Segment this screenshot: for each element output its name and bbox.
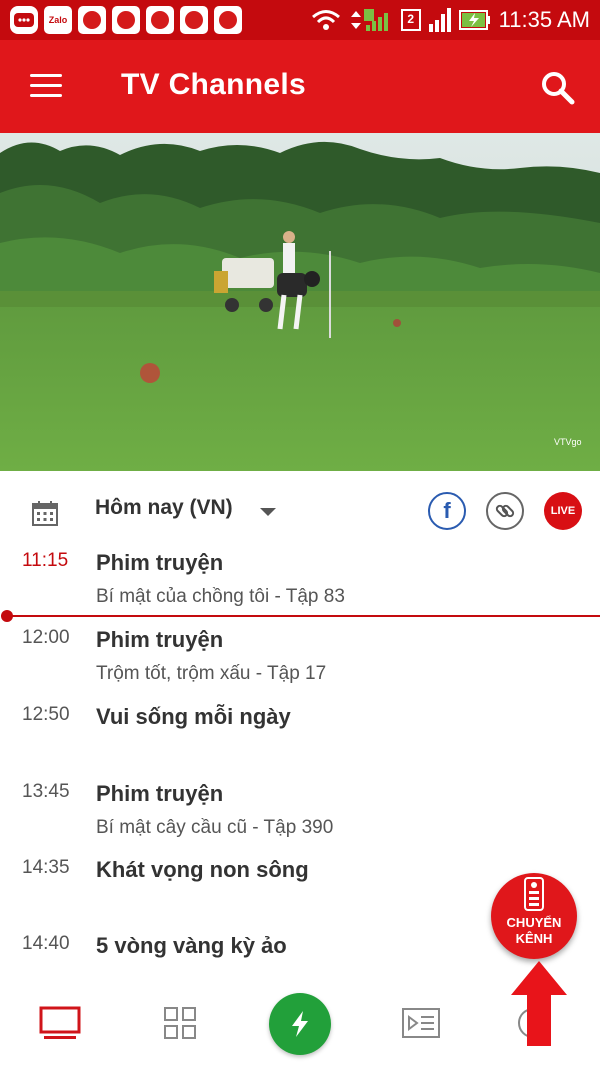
zalo-icon: Zalo bbox=[44, 6, 72, 34]
schedule-row[interactable]: 13:45 Phim truyện Bí mật cây cầu cũ - Tậ… bbox=[0, 781, 600, 857]
change-channel-button[interactable]: CHUYỂN KÊNH bbox=[491, 873, 577, 959]
sim2-label: 2 bbox=[407, 12, 415, 26]
clock: 11:35 AM bbox=[498, 7, 590, 32]
program-time: 14:40 bbox=[22, 933, 70, 954]
link-icon bbox=[495, 504, 515, 518]
chevron-down-icon[interactable] bbox=[260, 508, 276, 516]
calendar-icon[interactable] bbox=[32, 500, 58, 526]
nav-videos[interactable] bbox=[396, 998, 446, 1048]
date-dropdown[interactable]: Hôm nay (VN) bbox=[95, 496, 233, 520]
video-frame: VTVgo bbox=[0, 133, 600, 471]
live-button[interactable]: LIVE bbox=[544, 492, 582, 530]
app-bar: TV Channels bbox=[0, 40, 600, 133]
copy-link-button[interactable] bbox=[486, 492, 524, 530]
app-notification-icon bbox=[180, 6, 208, 34]
fab-label-line1: CHUYỂN bbox=[506, 915, 562, 930]
app-notification-icon bbox=[146, 6, 174, 34]
remote-control-icon bbox=[524, 877, 544, 911]
date-toolbar: Hôm nay (VN) f LIVE bbox=[0, 480, 600, 546]
wifi-icon bbox=[311, 10, 340, 30]
program-time: 12:50 bbox=[22, 704, 70, 725]
fab-label-line2: KÊNH bbox=[515, 931, 553, 946]
program-title: 5 vòng vàng kỳ ảo bbox=[96, 933, 287, 958]
program-subtitle: Bí mật cây cầu cũ - Tập 390 bbox=[96, 817, 334, 838]
facebook-share-button[interactable]: f bbox=[428, 492, 466, 530]
app-notification-icon bbox=[112, 6, 140, 34]
video-player[interactable]: VTVgo bbox=[0, 133, 600, 471]
tv-icon bbox=[39, 1006, 81, 1039]
program-time: 13:45 bbox=[22, 781, 70, 802]
system-status: 2 11:35 AM bbox=[311, 7, 590, 33]
sim2-icon: 2 bbox=[400, 9, 421, 31]
program-title: Phim truyện bbox=[96, 550, 224, 575]
program-time: 14:35 bbox=[22, 857, 70, 878]
app-notification-icon bbox=[214, 6, 242, 34]
schedule-row[interactable]: 12:00 Phim truyện Trộm tốt, trộm xấu - T… bbox=[0, 627, 600, 703]
schedule-row[interactable]: 12:50 Vui sống mỗi ngày bbox=[0, 704, 600, 780]
nav-highlights[interactable] bbox=[269, 993, 331, 1055]
arrow-up-icon bbox=[511, 961, 567, 1046]
current-time-line bbox=[6, 615, 600, 617]
search-icon bbox=[542, 72, 575, 105]
live-label: LIVE bbox=[550, 505, 576, 517]
signal-sim2-icon bbox=[428, 8, 451, 32]
message-icon bbox=[10, 6, 38, 34]
nav-grid[interactable] bbox=[155, 998, 205, 1048]
program-subtitle: Trộm tốt, trộm xấu - Tập 17 bbox=[96, 663, 327, 684]
program-time: 12:00 bbox=[22, 627, 70, 648]
program-title: Khát vọng non sông bbox=[96, 857, 309, 882]
status-bar: Zalo 2 11:35 AM bbox=[0, 0, 600, 40]
page-title: TV Channels bbox=[121, 68, 306, 101]
program-time: 11:15 bbox=[22, 550, 69, 571]
playlist-icon bbox=[402, 1008, 440, 1038]
facebook-icon: f bbox=[443, 498, 451, 523]
notification-icons: Zalo bbox=[10, 6, 242, 34]
current-time-marker bbox=[1, 610, 13, 622]
program-title: Vui sống mỗi ngày bbox=[96, 704, 291, 729]
channel-watermark: VTVgo bbox=[554, 437, 582, 447]
grid-icon bbox=[164, 1007, 196, 1039]
menu-button[interactable] bbox=[30, 74, 64, 100]
battery-charging-icon bbox=[458, 10, 490, 30]
signal-sim1-icon bbox=[350, 9, 388, 31]
app-notification-icon bbox=[78, 6, 106, 34]
lightning-icon bbox=[292, 1011, 308, 1037]
search-button[interactable] bbox=[540, 70, 576, 106]
nav-tv[interactable] bbox=[35, 998, 85, 1048]
program-title: Phim truyện bbox=[96, 781, 224, 806]
zalo-label: Zalo bbox=[48, 15, 68, 25]
program-subtitle: Bí mật của chồng tôi - Tập 83 bbox=[96, 586, 345, 607]
program-title: Phim truyện bbox=[96, 627, 224, 652]
